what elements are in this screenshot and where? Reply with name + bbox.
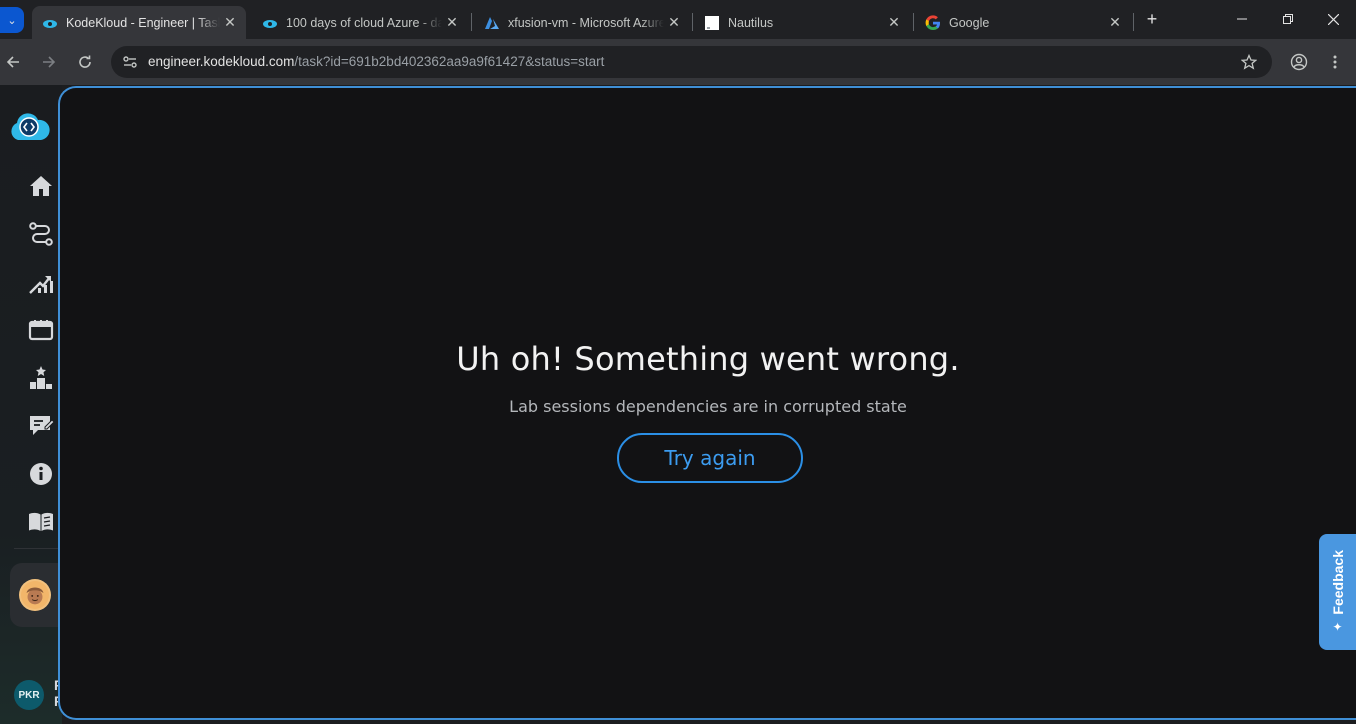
avatar[interactable] xyxy=(19,579,51,611)
url-host: engineer.kodekloud.com xyxy=(148,54,295,69)
kodekloud-icon xyxy=(262,15,278,31)
sidebar-item-leaderboard[interactable] xyxy=(26,363,56,393)
tab-title: Google xyxy=(949,15,990,30)
sidebar-item-tickets[interactable] xyxy=(26,315,56,345)
close-window-button[interactable] xyxy=(1310,6,1356,32)
tab-kodekloud-task[interactable]: KodeKloud - Engineer | Task ✕ xyxy=(32,6,246,39)
chevron-down-icon: ⌄ xyxy=(7,14,17,27)
back-button[interactable] xyxy=(1,50,25,74)
feedback-chat-icon xyxy=(30,416,54,435)
arrow-left-icon xyxy=(6,56,19,68)
route-icon xyxy=(29,222,53,246)
browser-toolbar: engineer.kodekloud.com/task?id=691b2bd40… xyxy=(0,39,1356,85)
sidebar-item-feedback[interactable] xyxy=(26,411,56,441)
minimize-icon xyxy=(1237,18,1247,20)
sidebar-item-docs[interactable] xyxy=(26,507,56,537)
sidebar-item-learning-path[interactable] xyxy=(26,219,56,249)
close-icon[interactable]: ✕ xyxy=(1105,13,1125,33)
tab-title: KodeKloud - Engineer | Task xyxy=(66,15,220,30)
avatar-card[interactable] xyxy=(10,563,62,627)
reload-icon xyxy=(79,55,91,68)
tab-separator xyxy=(1133,13,1134,31)
leaderboard-icon xyxy=(30,366,52,389)
bookmark-star-icon[interactable] xyxy=(1238,51,1260,73)
url-path: /task?id=691b2bd402362aa9a9f61427&status… xyxy=(294,54,605,69)
tab-separator xyxy=(913,13,914,31)
sparkle-icon: ✦ xyxy=(1332,620,1343,635)
forward-button[interactable] xyxy=(37,50,61,74)
page-content: PKR P R Uh oh! Something went wrong. Lab… xyxy=(0,85,1356,724)
tab-100-days-azure[interactable]: 100 days of cloud Azure - day ✕ xyxy=(252,6,468,39)
tab-title: 100 days of cloud Azure - day xyxy=(286,15,442,30)
error-message: Lab sessions dependencies are in corrupt… xyxy=(509,397,907,416)
minimize-button[interactable] xyxy=(1219,6,1265,32)
address-bar[interactable]: engineer.kodekloud.com/task?id=691b2bd40… xyxy=(111,46,1272,78)
close-icon[interactable]: ✕ xyxy=(884,13,904,33)
ticket-icon xyxy=(28,320,54,341)
browser-menu-button[interactable] xyxy=(1323,50,1347,74)
profile-button[interactable] xyxy=(1287,50,1311,74)
close-icon[interactable]: ✕ xyxy=(220,13,240,33)
restore-button[interactable] xyxy=(1265,6,1311,32)
lab-panel: Uh oh! Something went wrong. Lab session… xyxy=(58,86,1356,720)
sidebar: PKR P R xyxy=(0,85,62,724)
error-title: Uh oh! Something went wrong. xyxy=(456,340,960,378)
info-icon xyxy=(30,463,52,485)
account-circle-icon xyxy=(1290,53,1308,71)
restore-icon xyxy=(1283,14,1293,24)
new-tab-button[interactable]: + xyxy=(1142,9,1162,29)
tab-nautilus[interactable]: Nautilus ✕ xyxy=(694,6,910,39)
arrow-right-icon xyxy=(43,56,56,68)
google-icon xyxy=(925,14,941,31)
tab-separator xyxy=(692,13,693,31)
plus-icon: + xyxy=(1146,8,1158,29)
sidebar-item-progress[interactable] xyxy=(26,267,56,297)
tab-google[interactable]: Google ✕ xyxy=(915,6,1131,39)
reload-button[interactable] xyxy=(73,50,97,74)
sidebar-item-info[interactable] xyxy=(26,459,56,489)
tab-title: Nautilus xyxy=(728,15,774,30)
tab-xfusion-vm[interactable]: xfusion-vm - Microsoft Azure ✕ xyxy=(474,6,690,39)
tab-strip: ⌄ KodeKloud - Engineer | Task ✕ 100 days… xyxy=(0,0,1356,39)
user-initials-badge[interactable]: PKR xyxy=(14,680,44,710)
try-again-button[interactable]: Try again xyxy=(617,433,803,483)
tab-search-button[interactable]: ⌄ xyxy=(0,7,24,33)
kodekloud-icon xyxy=(42,15,58,31)
user-avatar-icon xyxy=(21,581,49,609)
site-settings-icon[interactable] xyxy=(119,51,141,73)
sidebar-divider xyxy=(14,548,58,549)
close-icon xyxy=(1327,13,1339,25)
growth-icon xyxy=(29,276,53,294)
close-icon[interactable]: ✕ xyxy=(442,13,462,33)
sidebar-item-home[interactable] xyxy=(26,171,56,201)
tab-title: xfusion-vm - Microsoft Azure xyxy=(508,15,664,30)
feedback-label: Feedback xyxy=(1329,549,1346,615)
book-icon xyxy=(29,512,53,531)
home-icon xyxy=(30,176,52,196)
feedback-tab-button[interactable]: Feedback ✦ xyxy=(1319,534,1356,650)
tab-separator xyxy=(471,13,472,31)
close-icon[interactable]: ✕ xyxy=(664,13,684,33)
more-vert-icon xyxy=(1333,55,1337,69)
kodekloud-logo-icon[interactable] xyxy=(8,112,50,144)
azure-icon xyxy=(484,15,500,31)
blank-page-icon xyxy=(704,15,720,31)
url-text[interactable]: engineer.kodekloud.com/task?id=691b2bd40… xyxy=(148,54,604,69)
